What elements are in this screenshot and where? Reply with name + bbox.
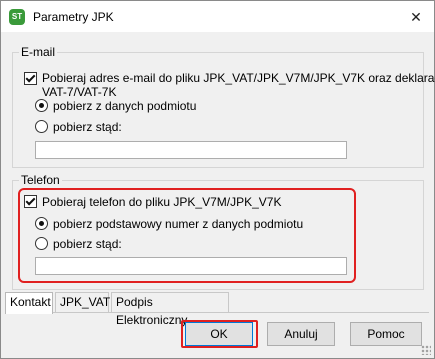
- email-radio-from-entity-label: pobierz z danych podmiotu: [53, 99, 197, 113]
- phone-field[interactable]: [35, 257, 347, 275]
- cancel-button[interactable]: Anuluj: [267, 322, 335, 346]
- title-bar: ST Parametry JPK ✕: [1, 1, 434, 32]
- email-checkbox-label-line2: VAT-7/VAT-7K: [42, 85, 117, 99]
- tab-jpk-vat[interactable]: JPK_VAT: [55, 292, 110, 312]
- email-radio-from-here[interactable]: [35, 120, 48, 133]
- phone-checkbox-label: Pobieraj telefon do pliku JPK_V7M/JPK_V7…: [42, 195, 282, 209]
- email-radio-from-entity[interactable]: [35, 99, 48, 112]
- tab-podpis-elektroniczny[interactable]: Podpis Elektroniczny: [111, 292, 229, 327]
- phone-radio-primary-label: pobierz podstawowy numer z danych podmio…: [53, 217, 304, 231]
- app-logo-icon: ST: [9, 9, 25, 25]
- close-icon[interactable]: ✕: [406, 7, 426, 27]
- tab-strip: Kontakt JPK_VAT Podpis Elektroniczny: [5, 292, 429, 327]
- email-checkbox-label-line1: Pobieraj adres e-mail do pliku JPK_VAT/J…: [42, 71, 435, 85]
- email-group-legend: E-mail: [19, 45, 58, 59]
- ok-button[interactable]: OK: [185, 322, 253, 346]
- phone-radio-primary[interactable]: [35, 217, 48, 230]
- resize-grip-icon[interactable]: [421, 345, 431, 355]
- dialog-window: ST Parametry JPK ✕ E-mail Pobieraj adres…: [0, 0, 435, 359]
- tab-divider: [5, 312, 429, 313]
- phone-radio-from-here-label: pobierz stąd:: [53, 237, 122, 251]
- phone-checkbox[interactable]: [24, 195, 37, 208]
- phone-radio-from-here[interactable]: [35, 237, 48, 250]
- help-button[interactable]: Pomoc: [350, 322, 422, 346]
- email-radio-from-here-label: pobierz stąd:: [53, 120, 122, 134]
- window-title: Parametry JPK: [33, 10, 114, 24]
- phone-group-legend: Telefon: [19, 173, 62, 187]
- email-checkbox[interactable]: [24, 72, 37, 85]
- tab-kontakt[interactable]: Kontakt: [5, 292, 53, 314]
- email-field[interactable]: [35, 141, 347, 159]
